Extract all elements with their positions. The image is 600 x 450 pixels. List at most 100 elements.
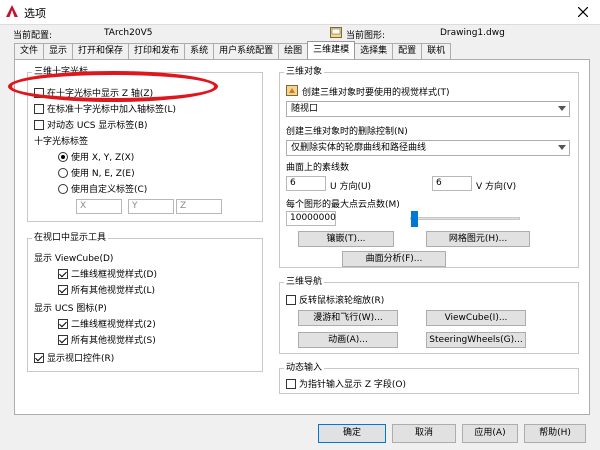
dynamic-input-group: 动态输入 为指针输入显示 Z 字段(O)	[279, 363, 579, 394]
checkbox-box	[34, 103, 44, 114]
radio-nez-label: 使用 N, E, Z(E)	[71, 169, 135, 179]
viewcube-label: 显示 ViewCube(D)	[34, 254, 114, 264]
drawing-icon	[330, 27, 342, 38]
u-direction-field[interactable]: 6	[286, 176, 326, 191]
drawing-value: Drawing1.dwg	[440, 28, 505, 38]
show-z-axis-checkbox[interactable]: 在十字光标中显示 Z 轴(Z)	[34, 86, 153, 99]
viewcube-settings-button[interactable]: ViewCube(I)...	[426, 310, 526, 326]
v-direction-label: V 方向(V)	[476, 182, 517, 192]
tab-system[interactable]: 系统	[184, 43, 215, 59]
viewcube-other-checkbox[interactable]: 所有其他视觉样式(L)	[58, 283, 155, 296]
tab-strip: 文件 显示 打开和保存 打印和发布 系统 用户系统配置 绘图 三维建模 选择集 …	[14, 41, 452, 59]
max-points-label: 每个图形的最大点云点数(M)	[286, 200, 400, 210]
tab-user-preferences[interactable]: 用户系统配置	[213, 43, 280, 59]
tab-profiles[interactable]: 配置	[392, 43, 423, 59]
checkbox-box	[58, 284, 68, 295]
axis-labels-checkbox[interactable]: 在标准十字光标中加入轴标签(L)	[34, 102, 176, 115]
show-z-axis-label: 在十字光标中显示 Z 轴(Z)	[47, 89, 154, 99]
checkbox-box	[58, 334, 68, 345]
3d-objects-group: 三维对象 创建三维对象时要使用的视觉样式(T) 随视口 创建三维对象时的删除控制…	[279, 67, 579, 268]
show-z-field-checkbox[interactable]: 为指针输入显示 Z 字段(O)	[286, 377, 406, 390]
viewport-controls-checkbox[interactable]: 显示视口控件(R)	[34, 351, 114, 364]
delete-control-dropdown[interactable]: 仅删除实体的轮廓曲线和路径曲线	[286, 140, 570, 156]
ucs-icon-label: 显示 UCS 图标(P)	[34, 304, 107, 314]
radio-xyz[interactable]: 使用 X, Y, Z(X)	[58, 150, 134, 163]
3d-objects-title: 三维对象	[284, 67, 325, 77]
reverse-wheel-label: 反转鼠标滚轮缩放(R)	[299, 296, 385, 306]
tab-online[interactable]: 联机	[421, 43, 452, 59]
radio-dot	[58, 183, 68, 194]
radio-custom-label: 使用自定义标签(C)	[71, 185, 148, 195]
walk-fly-button[interactable]: 漫游和飞行(W)...	[298, 310, 398, 326]
ucs-other-label: 所有其他视觉样式(S)	[71, 336, 156, 346]
tab-3d-modeling[interactable]: 三维建模	[307, 41, 356, 59]
viewport-controls-label: 显示视口控件(R)	[47, 354, 115, 364]
surface-analysis-button[interactable]: 曲面分析(F)...	[342, 251, 446, 267]
delete-control-value: 仅删除实体的轮廓曲线和路径曲线	[291, 143, 427, 153]
max-points-slider[interactable]	[410, 217, 520, 220]
close-button[interactable]	[566, 0, 600, 24]
chevron-down-icon	[558, 106, 566, 111]
close-icon	[578, 7, 588, 17]
ucs-2d-checkbox[interactable]: 二维线框视觉样式(2)	[58, 317, 156, 330]
ucs-other-checkbox[interactable]: 所有其他视觉样式(S)	[58, 333, 156, 346]
animation-button[interactable]: 动画(A)...	[298, 332, 398, 348]
chevron-down-icon	[558, 145, 566, 150]
isolines-label: 曲面上的素线数	[286, 163, 350, 173]
tab-plot-publish[interactable]: 打印和发布	[128, 43, 186, 59]
mesh-primitives-button[interactable]: 网格图元(H)...	[426, 231, 530, 247]
u-direction-label: U 方向(U)	[330, 182, 372, 192]
viewcube-2d-label: 二维线框视觉样式(D)	[71, 270, 157, 280]
visual-style-dropdown[interactable]: 随视口	[286, 101, 570, 117]
tessellation-button[interactable]: 镶嵌(T)...	[298, 231, 394, 247]
window-title: 选项	[24, 7, 46, 20]
custom-x-field[interactable]: X	[76, 199, 122, 214]
viewport-tools-group: 在视口中显示工具 显示 ViewCube(D) 二维线框视觉样式(D) 所有其他…	[27, 233, 263, 372]
apply-button[interactable]: 应用(A)	[462, 424, 518, 443]
tab-file[interactable]: 文件	[14, 43, 45, 59]
custom-y-field[interactable]: Y	[128, 199, 174, 214]
visual-style-label: 创建三维对象时要使用的视觉样式(T)	[302, 88, 450, 98]
checkbox-box	[34, 119, 44, 130]
axis-labels-label: 在标准十字光标中加入轴标签(L)	[47, 105, 177, 115]
delete-control-label: 创建三维对象时的删除控制(N)	[286, 127, 408, 137]
tab-display[interactable]: 显示	[43, 43, 74, 59]
drawing-label: 当前图形:	[346, 31, 386, 41]
ucs-labels-checkbox[interactable]: 对动态 UCS 显示标签(B)	[34, 118, 148, 131]
checkbox-box	[286, 294, 296, 305]
3d-navigation-title: 三维导航	[284, 277, 325, 287]
radio-xyz-label: 使用 X, Y, Z(X)	[71, 153, 135, 163]
steeringwheels-button[interactable]: SteeringWheels(G)...	[426, 332, 526, 348]
tab-open-save[interactable]: 打开和保存	[72, 43, 130, 59]
ok-button[interactable]: 确定	[318, 424, 386, 443]
radio-nez[interactable]: 使用 N, E, Z(E)	[58, 166, 135, 179]
slider-thumb[interactable]	[411, 211, 418, 227]
checkbox-box	[58, 318, 68, 329]
radio-dot	[58, 167, 68, 178]
visual-style-icon	[286, 85, 298, 96]
cancel-button[interactable]: 取消	[392, 424, 456, 443]
radio-dot	[58, 151, 68, 162]
v-direction-field[interactable]: 6	[432, 176, 472, 191]
crosshair-labels-title: 十字光标标签	[34, 137, 89, 147]
tab-selection[interactable]: 选择集	[354, 43, 394, 59]
tab-drafting[interactable]: 绘图	[278, 43, 309, 59]
reverse-wheel-checkbox[interactable]: 反转鼠标滚轮缩放(R)	[286, 293, 384, 306]
dynamic-input-title: 动态输入	[284, 363, 325, 373]
help-button[interactable]: 帮助(H)	[524, 424, 586, 443]
radio-custom[interactable]: 使用自定义标签(C)	[58, 182, 147, 195]
config-value: TArch20V5	[104, 28, 153, 38]
checkbox-box	[34, 352, 44, 363]
viewcube-2d-checkbox[interactable]: 二维线框视觉样式(D)	[58, 267, 157, 280]
title-bar	[0, 0, 600, 24]
custom-z-field[interactable]: Z	[176, 199, 222, 214]
config-label: 当前配置:	[13, 31, 53, 41]
checkbox-box	[286, 378, 296, 389]
tab-panel: 三维十字光标 在十字光标中显示 Z 轴(Z) 在标准十字光标中加入轴标签(L) …	[14, 59, 590, 415]
autocad-logo-icon	[6, 5, 18, 17]
checkbox-box	[34, 87, 44, 98]
visual-style-value: 随视口	[291, 104, 319, 114]
max-points-field[interactable]: 10000000	[286, 211, 336, 226]
3d-navigation-group: 三维导航 反转鼠标滚轮缩放(R) 漫游和飞行(W)... ViewCube(I)…	[279, 277, 579, 354]
crosshair-group: 三维十字光标 在十字光标中显示 Z 轴(Z) 在标准十字光标中加入轴标签(L) …	[27, 67, 263, 222]
